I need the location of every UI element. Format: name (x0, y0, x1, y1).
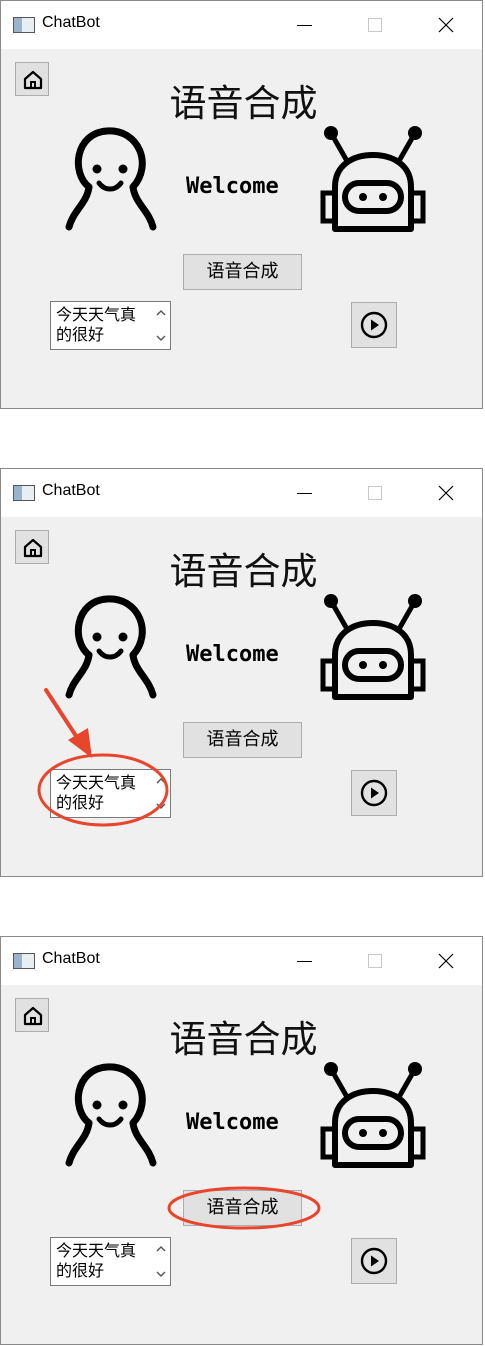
chevron-up-icon[interactable] (155, 307, 167, 319)
close-button[interactable] (423, 9, 469, 41)
text-input[interactable]: 今天天气真的很好 (50, 301, 171, 350)
minimize-button[interactable] (281, 477, 327, 509)
close-icon (438, 17, 454, 33)
app-icon (13, 485, 35, 501)
app-icon (13, 953, 35, 969)
play-icon (360, 779, 388, 807)
annotation-arrow (44, 688, 92, 758)
play-icon (360, 311, 388, 339)
minimize-button[interactable] (281, 9, 327, 41)
page-title: 语音合成 (169, 82, 318, 125)
synthesize-button[interactable]: 语音合成 (183, 254, 302, 290)
maximize-button[interactable] (352, 477, 398, 509)
scrollbar[interactable] (151, 302, 170, 349)
synthesize-button[interactable]: 语音合成 (183, 722, 302, 758)
chatbot-window-panel-1: ChatBot 语音合成 Welcome 语音合成 今天天气真的很好 (0, 0, 483, 409)
robot-icon (320, 1062, 426, 1168)
scrollbar[interactable] (151, 1238, 170, 1285)
chevron-down-icon[interactable] (155, 332, 167, 344)
window-title: ChatBot (42, 14, 100, 31)
play-button[interactable] (351, 770, 397, 816)
text-input-value: 今天天气真的很好 (56, 305, 137, 344)
window-title: ChatBot (42, 950, 100, 967)
welcome-text: Welcome (186, 1110, 279, 1135)
user-person-icon (65, 127, 157, 231)
text-input[interactable]: 今天天气真的很好 (50, 1237, 171, 1286)
text-input-value: 今天天气真的很好 (56, 1241, 137, 1280)
chatbot-window-panel-3: ChatBot 语音合成 Welcome 语音合成 今天天气真的很好 (0, 936, 483, 1345)
chevron-down-icon[interactable] (155, 1268, 167, 1280)
welcome-text: Welcome (186, 642, 279, 667)
page-title: 语音合成 (169, 1018, 318, 1061)
window-title: ChatBot (42, 482, 100, 499)
app-icon (13, 17, 35, 33)
minimize-button[interactable] (281, 945, 327, 977)
maximize-button[interactable] (352, 9, 398, 41)
play-button[interactable] (351, 302, 397, 348)
title-bar: ChatBot (1, 1, 482, 49)
title-bar: ChatBot (1, 937, 482, 985)
close-button[interactable] (423, 477, 469, 509)
user-person-icon (65, 1063, 157, 1167)
robot-icon (320, 594, 426, 700)
robot-icon (320, 126, 426, 232)
close-button[interactable] (423, 945, 469, 977)
chevron-up-icon[interactable] (155, 1243, 167, 1255)
maximize-button[interactable] (352, 945, 398, 977)
close-icon (438, 953, 454, 969)
play-icon (360, 1247, 388, 1275)
title-bar: ChatBot (1, 469, 482, 517)
page-title: 语音合成 (169, 550, 318, 593)
close-icon (438, 485, 454, 501)
annotation-ellipse-button (167, 1186, 321, 1230)
annotation-ellipse-textbox (37, 753, 169, 827)
welcome-text: Welcome (186, 174, 279, 199)
play-button[interactable] (351, 1238, 397, 1284)
